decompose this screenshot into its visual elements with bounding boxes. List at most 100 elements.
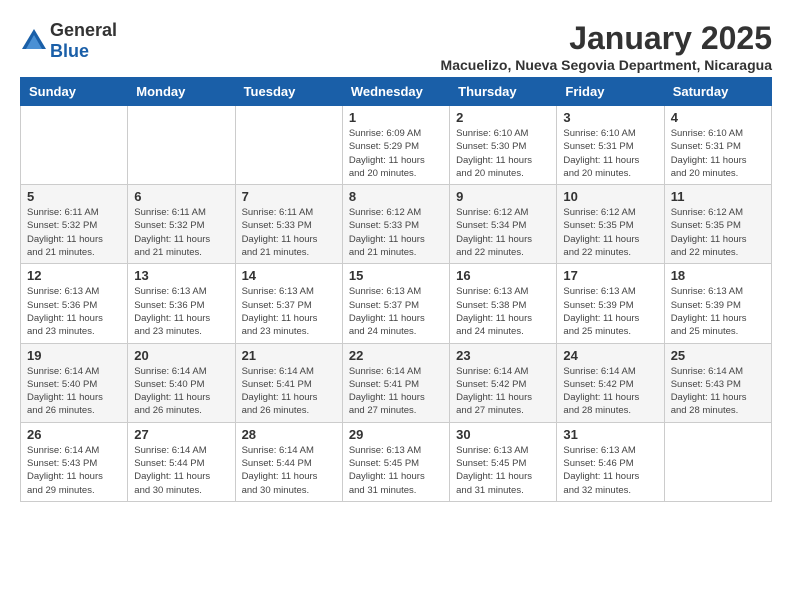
day-info: Sunrise: 6:13 AM Sunset: 5:37 PM Dayligh… xyxy=(242,285,336,338)
calendar-cell: 19 Sunrise: 6:14 AM Sunset: 5:40 PM Dayli… xyxy=(21,343,128,422)
calendar-cell: 20 Sunrise: 6:14 AM Sunset: 5:40 PM Dayli… xyxy=(128,343,235,422)
month-title: January 2025 xyxy=(441,20,772,57)
calendar-week-row: 12Sunrise: 6:13 AM Sunset: 5:36 PM Dayli… xyxy=(21,264,772,343)
calendar-week-row: 1 Sunrise: 6:09 AM Sunset: 5:29 PM Daylig… xyxy=(21,106,772,185)
calendar-cell: 29 Sunrise: 6:13 AM Sunset: 5:45 PM Dayli… xyxy=(342,422,449,501)
day-info: Sunrise: 6:10 AM Sunset: 5:31 PM Dayligh… xyxy=(563,127,657,180)
calendar-cell: 24Sunrise: 6:14 AM Sunset: 5:42 PM Dayli… xyxy=(557,343,664,422)
day-info: Sunrise: 6:13 AM Sunset: 5:46 PM Dayligh… xyxy=(563,444,657,497)
logo-text-general: General xyxy=(50,20,117,40)
calendar-cell: 12Sunrise: 6:13 AM Sunset: 5:36 PM Dayli… xyxy=(21,264,128,343)
day-number: 23 xyxy=(456,348,550,363)
day-number: 22 xyxy=(349,348,443,363)
calendar-cell: 27Sunrise: 6:14 AM Sunset: 5:44 PM Dayli… xyxy=(128,422,235,501)
day-info: Sunrise: 6:11 AM Sunset: 5:32 PM Dayligh… xyxy=(134,206,228,259)
calendar-cell: 30 Sunrise: 6:13 AM Sunset: 5:45 PM Dayli… xyxy=(450,422,557,501)
day-info: Sunrise: 6:11 AM Sunset: 5:33 PM Dayligh… xyxy=(242,206,336,259)
day-info: Sunrise: 6:13 AM Sunset: 5:38 PM Dayligh… xyxy=(456,285,550,338)
day-number: 4 xyxy=(671,110,765,125)
day-info: Sunrise: 6:13 AM Sunset: 5:39 PM Dayligh… xyxy=(671,285,765,338)
calendar-cell: 15Sunrise: 6:13 AM Sunset: 5:37 PM Dayli… xyxy=(342,264,449,343)
calendar-cell: 16 Sunrise: 6:13 AM Sunset: 5:38 PM Dayli… xyxy=(450,264,557,343)
calendar-cell xyxy=(235,106,342,185)
day-of-week-header: Thursday xyxy=(450,78,557,106)
calendar-cell xyxy=(128,106,235,185)
day-info: Sunrise: 6:12 AM Sunset: 5:35 PM Dayligh… xyxy=(671,206,765,259)
day-number: 8 xyxy=(349,189,443,204)
logo: General Blue xyxy=(20,20,117,62)
calendar-cell: 21Sunrise: 6:14 AM Sunset: 5:41 PM Dayli… xyxy=(235,343,342,422)
day-number: 2 xyxy=(456,110,550,125)
calendar-cell: 13 Sunrise: 6:13 AM Sunset: 5:36 PM Dayli… xyxy=(128,264,235,343)
calendar-cell: 6 Sunrise: 6:11 AM Sunset: 5:32 PM Daylig… xyxy=(128,185,235,264)
day-number: 14 xyxy=(242,268,336,283)
calendar-cell: 28Sunrise: 6:14 AM Sunset: 5:44 PM Dayli… xyxy=(235,422,342,501)
calendar-cell: 18 Sunrise: 6:13 AM Sunset: 5:39 PM Dayli… xyxy=(664,264,771,343)
day-info: Sunrise: 6:13 AM Sunset: 5:37 PM Dayligh… xyxy=(349,285,443,338)
calendar-cell: 14 Sunrise: 6:13 AM Sunset: 5:37 PM Dayli… xyxy=(235,264,342,343)
calendar-cell: 8 Sunrise: 6:12 AM Sunset: 5:33 PM Daylig… xyxy=(342,185,449,264)
day-number: 10 xyxy=(563,189,657,204)
day-info: Sunrise: 6:14 AM Sunset: 5:41 PM Dayligh… xyxy=(242,365,336,418)
day-number: 5 xyxy=(27,189,121,204)
day-number: 1 xyxy=(349,110,443,125)
day-info: Sunrise: 6:13 AM Sunset: 5:36 PM Dayligh… xyxy=(27,285,121,338)
day-number: 11 xyxy=(671,189,765,204)
day-number: 13 xyxy=(134,268,228,283)
calendar-cell: 23 Sunrise: 6:14 AM Sunset: 5:42 PM Dayli… xyxy=(450,343,557,422)
day-number: 28 xyxy=(242,427,336,442)
calendar-cell: 11 Sunrise: 6:12 AM Sunset: 5:35 PM Dayli… xyxy=(664,185,771,264)
day-info: Sunrise: 6:12 AM Sunset: 5:33 PM Dayligh… xyxy=(349,206,443,259)
day-info: Sunrise: 6:14 AM Sunset: 5:40 PM Dayligh… xyxy=(134,365,228,418)
day-number: 18 xyxy=(671,268,765,283)
day-info: Sunrise: 6:14 AM Sunset: 5:43 PM Dayligh… xyxy=(671,365,765,418)
day-info: Sunrise: 6:13 AM Sunset: 5:45 PM Dayligh… xyxy=(349,444,443,497)
day-number: 19 xyxy=(27,348,121,363)
calendar-week-row: 5 Sunrise: 6:11 AM Sunset: 5:32 PM Daylig… xyxy=(21,185,772,264)
calendar-cell: 1 Sunrise: 6:09 AM Sunset: 5:29 PM Daylig… xyxy=(342,106,449,185)
calendar-cell: 2 Sunrise: 6:10 AM Sunset: 5:30 PM Daylig… xyxy=(450,106,557,185)
calendar-week-row: 19 Sunrise: 6:14 AM Sunset: 5:40 PM Dayli… xyxy=(21,343,772,422)
calendar-cell: 31 Sunrise: 6:13 AM Sunset: 5:46 PM Dayli… xyxy=(557,422,664,501)
day-number: 30 xyxy=(456,427,550,442)
day-of-week-header: Tuesday xyxy=(235,78,342,106)
calendar: SundayMondayTuesdayWednesdayThursdayFrid… xyxy=(20,77,772,502)
day-number: 16 xyxy=(456,268,550,283)
calendar-cell: 25 Sunrise: 6:14 AM Sunset: 5:43 PM Dayli… xyxy=(664,343,771,422)
logo-text-blue: Blue xyxy=(50,41,89,61)
day-info: Sunrise: 6:14 AM Sunset: 5:40 PM Dayligh… xyxy=(27,365,121,418)
header: General Blue January 2025 Macuelizo, Nue… xyxy=(20,20,772,73)
calendar-cell: 26 Sunrise: 6:14 AM Sunset: 5:43 PM Dayli… xyxy=(21,422,128,501)
day-number: 27 xyxy=(134,427,228,442)
title-area: January 2025 Macuelizo, Nueva Segovia De… xyxy=(441,20,772,73)
calendar-cell: 10 Sunrise: 6:12 AM Sunset: 5:35 PM Dayli… xyxy=(557,185,664,264)
day-info: Sunrise: 6:14 AM Sunset: 5:41 PM Dayligh… xyxy=(349,365,443,418)
day-info: Sunrise: 6:09 AM Sunset: 5:29 PM Dayligh… xyxy=(349,127,443,180)
day-info: Sunrise: 6:12 AM Sunset: 5:35 PM Dayligh… xyxy=(563,206,657,259)
day-info: Sunrise: 6:10 AM Sunset: 5:31 PM Dayligh… xyxy=(671,127,765,180)
calendar-week-row: 26 Sunrise: 6:14 AM Sunset: 5:43 PM Dayli… xyxy=(21,422,772,501)
calendar-cell: 17 Sunrise: 6:13 AM Sunset: 5:39 PM Dayli… xyxy=(557,264,664,343)
day-of-week-header: Saturday xyxy=(664,78,771,106)
day-number: 17 xyxy=(563,268,657,283)
day-number: 6 xyxy=(134,189,228,204)
day-number: 29 xyxy=(349,427,443,442)
day-of-week-header: Monday xyxy=(128,78,235,106)
day-number: 24 xyxy=(563,348,657,363)
day-number: 3 xyxy=(563,110,657,125)
day-info: Sunrise: 6:13 AM Sunset: 5:36 PM Dayligh… xyxy=(134,285,228,338)
calendar-cell: 5Sunrise: 6:11 AM Sunset: 5:32 PM Daylig… xyxy=(21,185,128,264)
day-info: Sunrise: 6:10 AM Sunset: 5:30 PM Dayligh… xyxy=(456,127,550,180)
day-info: Sunrise: 6:13 AM Sunset: 5:39 PM Dayligh… xyxy=(563,285,657,338)
day-number: 20 xyxy=(134,348,228,363)
day-number: 7 xyxy=(242,189,336,204)
day-number: 31 xyxy=(563,427,657,442)
day-info: Sunrise: 6:14 AM Sunset: 5:43 PM Dayligh… xyxy=(27,444,121,497)
calendar-cell: 4 Sunrise: 6:10 AM Sunset: 5:31 PM Daylig… xyxy=(664,106,771,185)
day-info: Sunrise: 6:14 AM Sunset: 5:42 PM Dayligh… xyxy=(456,365,550,418)
calendar-cell: 22 Sunrise: 6:14 AM Sunset: 5:41 PM Dayli… xyxy=(342,343,449,422)
day-info: Sunrise: 6:13 AM Sunset: 5:45 PM Dayligh… xyxy=(456,444,550,497)
calendar-header-row: SundayMondayTuesdayWednesdayThursdayFrid… xyxy=(21,78,772,106)
day-number: 25 xyxy=(671,348,765,363)
day-number: 26 xyxy=(27,427,121,442)
